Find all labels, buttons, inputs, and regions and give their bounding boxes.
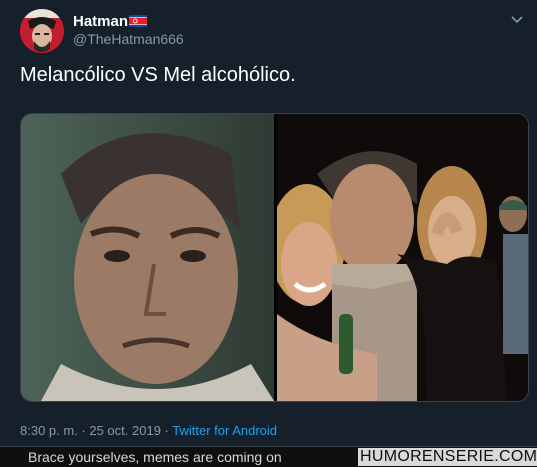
watermark-site: HUMORENSERIE.COM	[358, 448, 537, 466]
author-handle[interactable]: @TheHatman666	[73, 31, 184, 47]
watermark-banner: Brace yourselves, memes are coming on HU…	[0, 447, 537, 467]
photo-sad-man-closeup[interactable]	[21, 114, 274, 401]
avatar[interactable]	[20, 9, 64, 53]
author-display-name[interactable]: Hatman	[73, 13, 128, 30]
tweet-media[interactable]	[20, 113, 529, 402]
north-korea-flag-icon	[129, 15, 147, 27]
tweet-source-link[interactable]: Twitter for Android	[172, 423, 277, 438]
tweet-timestamp[interactable]: 8:30 p. m. · 25 oct. 2019 ·	[20, 423, 169, 438]
tweet-text: Melancólico VS Mel alcohólico.	[20, 64, 296, 86]
tweet-card: Hatman @TheHatman666 Melancólico VS Mel …	[0, 0, 537, 447]
photo-party-man-with-two-women[interactable]	[277, 114, 528, 401]
tweet-meta: 8:30 p. m. · 25 oct. 2019 · Twitter for …	[20, 423, 277, 438]
watermark-text: Brace yourselves, memes are coming on	[28, 449, 282, 465]
chevron-down-icon[interactable]	[507, 10, 527, 30]
